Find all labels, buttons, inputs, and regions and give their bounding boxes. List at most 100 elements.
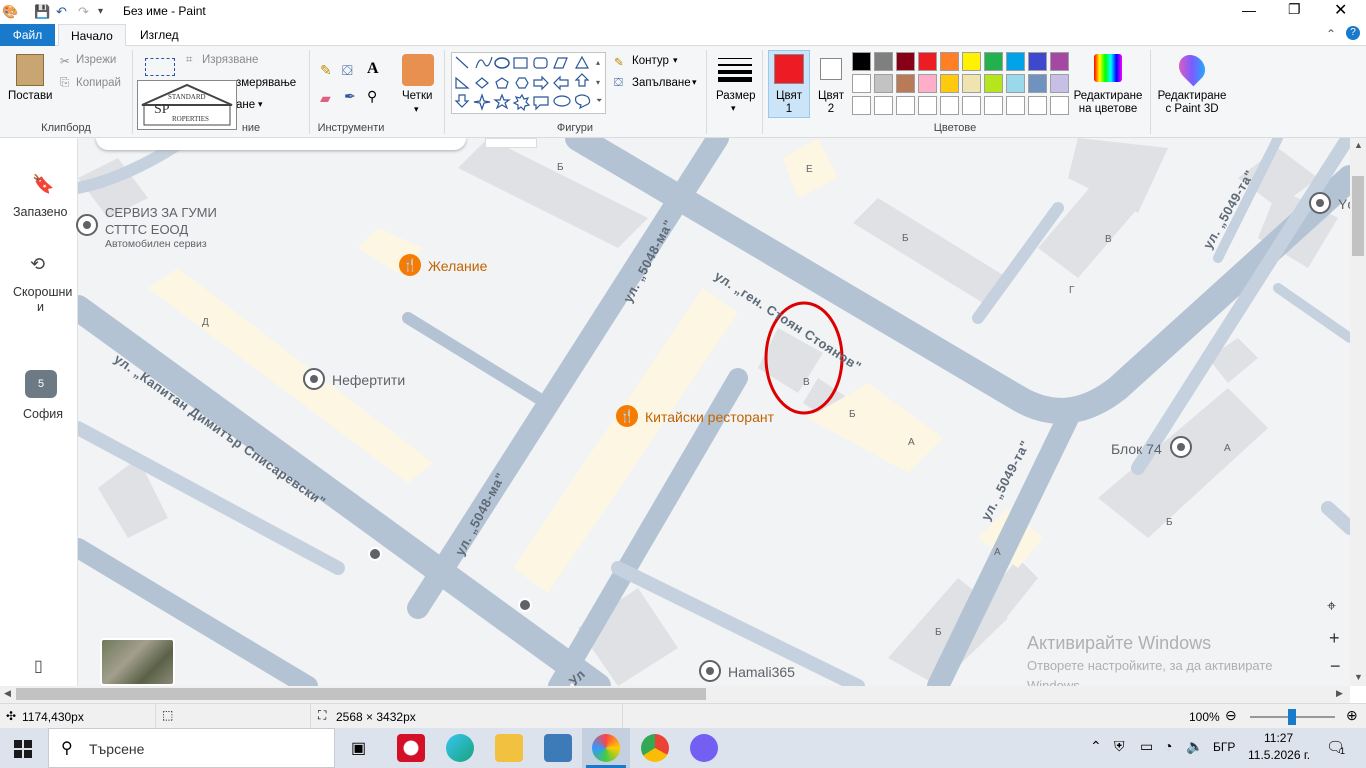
palette-swatch[interactable] [874, 74, 893, 93]
paint-taskbar-active[interactable] [582, 728, 630, 768]
undo-icon[interactable]: ↶ [56, 4, 67, 20]
cut-button[interactable]: Изрежи [76, 54, 116, 66]
palette-swatch[interactable] [918, 96, 937, 115]
shapes-expand-icon[interactable]: ⏷ [596, 96, 602, 106]
edit-colors-button[interactable]: Редактиране на цветове [1072, 90, 1144, 116]
my-location-icon[interactable]: ⌖ [1327, 598, 1336, 616]
opera-icon[interactable] [397, 734, 425, 762]
restore-icon[interactable]: ❐ [1288, 1, 1301, 18]
poi-nefertiti[interactable]: Нефертити [332, 372, 405, 388]
palette-swatch[interactable] [918, 74, 937, 93]
fill-dropdown-icon[interactable]: ▾ [692, 77, 697, 88]
palette-swatch[interactable] [984, 96, 1003, 115]
poi-tyre[interactable]: СЕРВИЗ ЗА ГУМИ [105, 205, 217, 220]
resize-button[interactable]: змерявање [236, 77, 296, 89]
poi-chinese[interactable]: Китайски ресторант [645, 409, 774, 425]
windows-start-icon[interactable] [14, 740, 32, 758]
wifi-icon[interactable]: ◔ [1164, 738, 1172, 754]
saved-label[interactable]: Запазено [13, 205, 67, 219]
magnifier-icon[interactable]: ⚲ [367, 88, 377, 105]
tab-home[interactable]: Начало [58, 24, 126, 46]
brushes-dropdown-icon[interactable]: ▾ [414, 104, 419, 115]
eraser-icon[interactable]: ▰ [320, 90, 331, 107]
poi-pin-hamali[interactable] [699, 660, 721, 682]
vertical-scroll-thumb[interactable] [1352, 176, 1364, 256]
poi-pin-yc[interactable] [1309, 192, 1331, 214]
clock-date[interactable]: 11.5.2026 г. [1248, 748, 1310, 762]
color2-swatch[interactable] [820, 58, 842, 80]
satellite-layer-thumbnail[interactable] [100, 638, 175, 686]
color1-swatch[interactable] [774, 54, 804, 84]
bus-stop-icon-2[interactable] [518, 598, 532, 612]
brushes-icon[interactable] [402, 54, 434, 86]
minimize-icon[interactable]: — [1242, 2, 1256, 18]
collapse-ribbon-icon[interactable]: ⌃ [1326, 27, 1336, 41]
recent-label[interactable]: Скорошни [13, 285, 72, 299]
bookmark-icon[interactable]: 🔖 [32, 174, 54, 195]
poi-pin-tyre[interactable] [76, 214, 98, 236]
palette-swatch[interactable] [940, 52, 959, 71]
palette-swatch[interactable] [1006, 52, 1025, 71]
paste-button[interactable]: Постави [8, 90, 52, 102]
poi-pin-nefertiti[interactable] [303, 368, 325, 390]
zoom-in-icon[interactable]: + [1329, 628, 1340, 649]
palette-swatch[interactable] [852, 74, 871, 93]
volume-icon[interactable]: 🔈 [1186, 738, 1203, 755]
tab-view[interactable]: Изглед [128, 24, 191, 46]
palette-swatch[interactable] [1028, 74, 1047, 93]
phone-icon[interactable]: ▯ [34, 656, 43, 676]
color2-label[interactable]: Цвят 2 [818, 90, 844, 116]
redo-icon[interactable]: ↷ [78, 4, 89, 20]
horizontal-scroll-thumb[interactable] [16, 688, 706, 700]
palette-swatch[interactable] [896, 74, 915, 93]
horizontal-scrollbar[interactable]: ◀ ▶ [0, 686, 1350, 703]
clock-time[interactable]: 11:27 [1264, 731, 1293, 745]
zoom-in-button[interactable]: ⊕ [1346, 707, 1358, 724]
palette-swatch[interactable] [896, 96, 915, 115]
rotate-button[interactable]: ане [236, 99, 255, 111]
edge-icon[interactable] [446, 734, 474, 762]
shapes-scroll-down-icon[interactable]: ▾ [596, 78, 600, 87]
palette-swatch[interactable] [1050, 74, 1069, 93]
outline-button[interactable]: Контур [632, 55, 669, 67]
language-indicator[interactable]: БГР [1213, 740, 1235, 754]
palette-swatch[interactable] [1006, 96, 1025, 115]
help-icon[interactable]: ? [1346, 26, 1360, 40]
copy-button[interactable]: Копирай [76, 77, 121, 89]
restaurant-icon-chinese[interactable]: 🍴 [616, 405, 638, 427]
paint3d-icon[interactable] [1173, 49, 1211, 87]
scroll-up-icon[interactable]: ▲ [1354, 140, 1363, 150]
palette-swatch[interactable] [1050, 52, 1069, 71]
show-hidden-icons[interactable]: ⌃ [1090, 738, 1102, 755]
restaurant-icon-zhelanie[interactable]: 🍴 [399, 254, 421, 276]
select-icon[interactable] [145, 58, 175, 76]
save-icon[interactable]: 💾 [34, 4, 50, 20]
fill-button[interactable]: Запълване [632, 77, 691, 89]
palette-swatch[interactable] [1028, 52, 1047, 71]
edit-colors-icon[interactable] [1094, 54, 1122, 82]
palette-swatch[interactable] [918, 52, 937, 71]
map-filter-chip[interactable] [485, 138, 537, 148]
size-dropdown-icon[interactable]: ▾ [731, 103, 736, 114]
viber-icon[interactable] [690, 734, 718, 762]
bus-stop-icon-1[interactable] [368, 547, 382, 561]
palette-swatch[interactable] [962, 96, 981, 115]
palette-swatch[interactable] [1050, 96, 1069, 115]
chrome-icon[interactable] [641, 734, 669, 762]
fill-icon[interactable]: ⛋ [342, 62, 353, 79]
zoom-out-icon[interactable]: − [1330, 656, 1341, 677]
canvas-area[interactable]: 🔖 Запазено ⟲ Скорошни и 5 София ▯ ул. „г… [0, 138, 1350, 686]
outline-dropdown-icon[interactable]: ▾ [673, 55, 678, 66]
palette-swatch[interactable] [962, 52, 981, 71]
history-icon[interactable]: ⟲ [30, 254, 45, 275]
pencil-icon[interactable]: ✎ [320, 62, 332, 79]
palette-swatch[interactable] [1006, 74, 1025, 93]
palette-swatch[interactable] [962, 74, 981, 93]
poi-blok[interactable]: Блок 74 [1111, 441, 1162, 457]
paste-icon[interactable] [16, 54, 44, 86]
palette-swatch[interactable] [896, 52, 915, 71]
scroll-right-icon[interactable]: ▶ [1336, 688, 1343, 699]
sofia-label[interactable]: София [23, 407, 63, 421]
text-icon[interactable]: A [367, 60, 379, 78]
scroll-left-icon[interactable]: ◀ [4, 688, 11, 699]
